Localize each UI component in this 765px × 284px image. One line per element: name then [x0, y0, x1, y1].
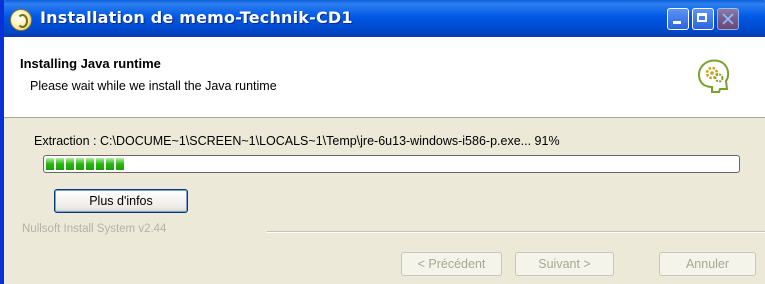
minimize-button[interactable] [667, 8, 689, 30]
window-title: Installation de memo-Technik-CD1 [40, 8, 353, 27]
progress-block [86, 158, 94, 170]
maximize-button[interactable] [692, 8, 714, 30]
page-title: Installing Java runtime [20, 56, 161, 71]
page-subtitle: Please wait while we install the Java ru… [30, 79, 277, 93]
back-button[interactable]: < Précédent [401, 252, 502, 276]
installer-app-icon [10, 9, 32, 31]
progress-block [76, 158, 84, 170]
title-bar[interactable]: Installation de memo-Technik-CD1 [4, 0, 765, 37]
header-panel: Installing Java runtime Please wait whil… [4, 37, 765, 118]
installer-window: Installation de memo-Technik-CD1 Install… [0, 0, 765, 284]
nsis-branding-text: Nullsoft Install System v2.44 [22, 223, 167, 235]
progress-fill [46, 158, 737, 170]
branding-divider [267, 231, 765, 233]
head-gears-icon [698, 59, 730, 93]
progress-block [96, 158, 104, 170]
progress-block [56, 158, 64, 170]
extraction-status-text: Extraction : C:\DOCUME~1\SCREEN~1\LOCALS… [34, 134, 560, 148]
details-button[interactable]: Plus d'infos [54, 189, 188, 213]
cancel-button[interactable]: Annuler [659, 252, 756, 276]
close-button[interactable] [717, 8, 739, 30]
next-button[interactable]: Suivant > [515, 252, 614, 276]
progress-block [116, 158, 124, 170]
progress-block [46, 158, 54, 170]
progress-block [106, 158, 114, 170]
progress-block [66, 158, 74, 170]
install-progress-bar [43, 155, 740, 173]
